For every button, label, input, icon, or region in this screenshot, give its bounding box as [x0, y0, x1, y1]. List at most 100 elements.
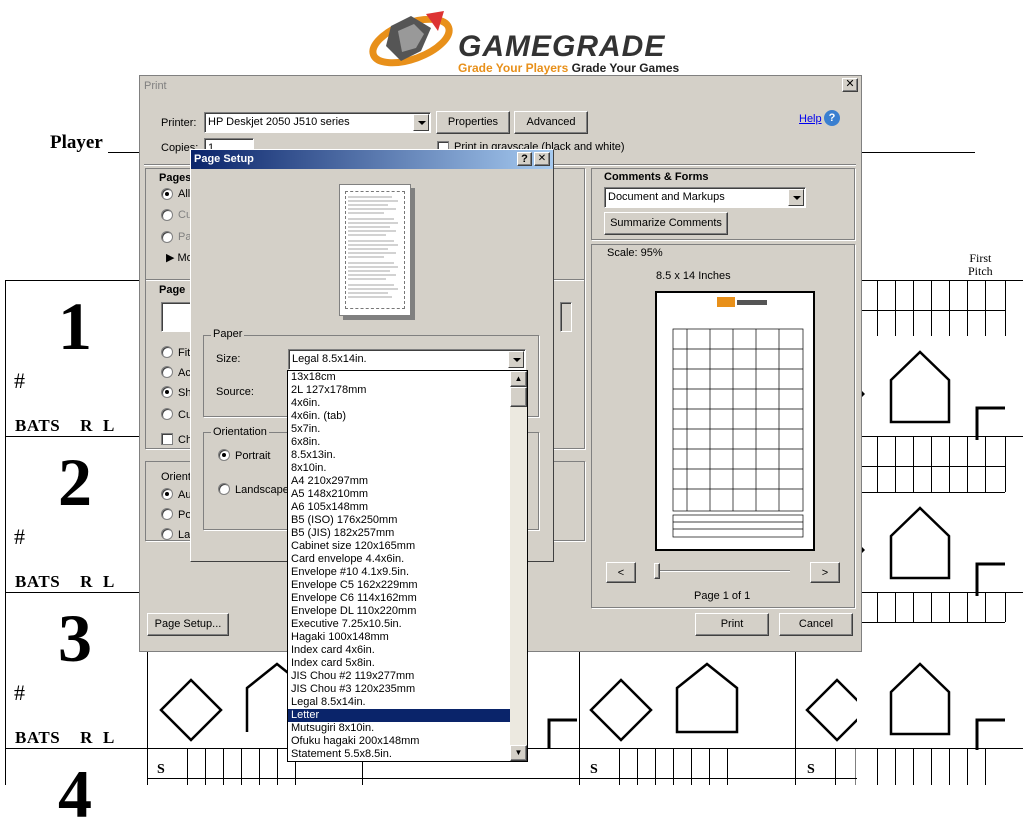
prev-page-button[interactable]: <: [606, 562, 636, 583]
cancel-button[interactable]: Cancel: [779, 613, 853, 636]
orient-landscape-label: La: [178, 529, 191, 541]
paper-size-option[interactable]: JIS Chou #2 119x277mm: [288, 670, 510, 683]
page-setup-titlebar[interactable]: Page Setup ? ✕: [191, 150, 553, 169]
orient-landscape-radio[interactable]: [161, 528, 173, 540]
summarize-comments-button[interactable]: Summarize Comments: [604, 212, 728, 235]
pages-current-radio[interactable]: [161, 209, 173, 221]
paper-size-option[interactable]: A4 210x297mm: [288, 475, 510, 488]
batter-hash: #: [14, 368, 25, 393]
print-preview-page: [655, 291, 815, 551]
paper-size-option[interactable]: 5x7in.: [288, 423, 510, 436]
page-setup-help-button[interactable]: ?: [517, 152, 532, 166]
page-handling-label: Page: [157, 284, 188, 296]
row-divider-2: [5, 592, 140, 593]
paper-size-option[interactable]: Hagaki 100x148mm: [288, 631, 510, 644]
bats-text: BATS: [15, 728, 61, 747]
help-link[interactable]: Help: [799, 113, 822, 126]
paper-size-option[interactable]: Ofuku hagaki 200x148mm: [288, 735, 510, 748]
orient-portrait-radio[interactable]: [161, 508, 173, 520]
page-setup-close-button[interactable]: ✕: [534, 152, 550, 166]
paper-size-dropdown-list[interactable]: 13x18cm 2L 127x178mm 4x6in. 4x6in. (tab) 5x7…: [287, 370, 528, 762]
scale-text: Scale: 95%: [607, 247, 663, 259]
fit-radio[interactable]: [161, 346, 173, 358]
page-setup-title: Page Setup: [194, 153, 254, 165]
paper-size-option[interactable]: Envelope #10 4.1x9.5in.: [288, 566, 510, 579]
choose-paper-checkbox[interactable]: [161, 433, 173, 445]
paper-size-option[interactable]: 8x10in.: [288, 462, 510, 475]
comments-select[interactable]: Document and Markups: [604, 187, 806, 208]
paper-size-option[interactable]: Cabinet size 120x165mm: [288, 540, 510, 553]
tagline-part2: Grade Your Games: [571, 61, 680, 75]
print-dialog-titlebar[interactable]: Print ✕: [140, 76, 861, 96]
paper-size-option[interactable]: 8.5x13in.: [288, 449, 510, 462]
print-close-button[interactable]: ✕: [842, 78, 858, 92]
paper-size-option[interactable]: Legal 8.5x14in.: [288, 696, 510, 709]
page-slider-thumb[interactable]: [654, 563, 660, 579]
properties-button[interactable]: Properties: [436, 111, 510, 134]
more-options-toggle[interactable]: ▶ Mo: [166, 252, 193, 265]
chevron-down-icon[interactable]: [788, 189, 804, 206]
paper-size-option[interactable]: Card envelope 4.4x6in.: [288, 553, 510, 566]
paper-size-option[interactable]: 4x6in. (tab): [288, 410, 510, 423]
player-label: Player: [50, 132, 103, 153]
paper-size-option[interactable]: A6 105x148mm: [288, 501, 510, 514]
paper-size-select[interactable]: Legal 8.5x14in.: [288, 349, 526, 370]
chevron-down-icon[interactable]: [508, 351, 524, 368]
preview-thumbnail: [672, 297, 804, 538]
print-button[interactable]: Print: [695, 613, 769, 636]
dropdown-scrollbar[interactable]: ▲ ▼: [510, 371, 527, 761]
bats-r: R: [80, 572, 93, 591]
help-icon[interactable]: ?: [824, 110, 840, 126]
pages-all-radio[interactable]: [161, 188, 173, 200]
custom-scale-radio[interactable]: [161, 408, 173, 420]
paper-preview: [339, 184, 411, 316]
pages-group-label: Pages: [157, 172, 194, 184]
paper-size-options: 13x18cm 2L 127x178mm 4x6in. 4x6in. (tab) 5x7…: [288, 371, 510, 761]
orient-auto-radio[interactable]: [161, 488, 173, 500]
printer-select[interactable]: HP Deskjet 2050 J510 series: [204, 112, 431, 133]
shrink-radio[interactable]: [161, 386, 173, 398]
landscape-label: Landscape: [235, 484, 289, 496]
page-slider-track[interactable]: [654, 570, 790, 572]
portrait-label: Portrait: [235, 450, 271, 462]
paper-size-option[interactable]: B5 (ISO) 176x250mm: [288, 514, 510, 527]
scroll-up-button[interactable]: ▲: [510, 371, 527, 387]
paper-size-option[interactable]: JIS Chou #3 120x235mm: [288, 683, 510, 696]
scroll-thumb[interactable]: [510, 387, 527, 407]
pages-all-label: All: [178, 188, 191, 200]
batter-number: 3: [58, 600, 92, 676]
paper-size-option[interactable]: 4x6in.: [288, 397, 510, 410]
pages-range-radio[interactable]: [161, 231, 173, 243]
paper-size-option[interactable]: Index card 5x8in.: [288, 657, 510, 670]
batter-hash: #: [14, 524, 25, 549]
paper-size-value: Legal 8.5x14in.: [292, 353, 367, 365]
page-setup-button[interactable]: Page Setup...: [147, 613, 229, 636]
paper-size-option[interactable]: Envelope C6 114x162mm: [288, 592, 510, 605]
paper-size-option[interactable]: Statement 5.5x8.5in.: [288, 748, 510, 761]
size-label: Size:: [216, 353, 241, 365]
bats-label: BATS R L: [15, 416, 115, 436]
paper-size-option[interactable]: Envelope C5 162x229mm: [288, 579, 510, 592]
paper-size-option[interactable]: Letter: [288, 709, 510, 722]
actual-size-radio[interactable]: [161, 366, 173, 378]
page-handling-box-right[interactable]: [560, 302, 572, 332]
scroll-down-button[interactable]: ▼: [510, 745, 527, 761]
fit-label: Fit: [178, 347, 191, 359]
paper-size-option[interactable]: Mutsugiri 8x10in.: [288, 722, 510, 735]
page-handling-box[interactable]: [161, 302, 191, 332]
chevron-down-icon[interactable]: [413, 114, 429, 131]
portrait-radio[interactable]: [218, 449, 230, 461]
paper-size-option[interactable]: Index card 4x6in.: [288, 644, 510, 657]
paper-size-option[interactable]: Envelope DL 110x220mm: [288, 605, 510, 618]
landscape-radio[interactable]: [218, 483, 230, 495]
paper-size-option[interactable]: 6x8in.: [288, 436, 510, 449]
batter-number: 4: [58, 756, 92, 832]
advanced-button[interactable]: Advanced: [514, 111, 588, 134]
comments-select-value: Document and Markups: [608, 191, 725, 203]
paper-size-option[interactable]: 13x18cm: [288, 371, 510, 384]
paper-size-option[interactable]: B5 (JIS) 182x257mm: [288, 527, 510, 540]
paper-size-option[interactable]: Executive 7.25x10.5in.: [288, 618, 510, 631]
paper-size-option[interactable]: 2L 127x178mm: [288, 384, 510, 397]
paper-size-option[interactable]: A5 148x210mm: [288, 488, 510, 501]
next-page-button[interactable]: >: [810, 562, 840, 583]
